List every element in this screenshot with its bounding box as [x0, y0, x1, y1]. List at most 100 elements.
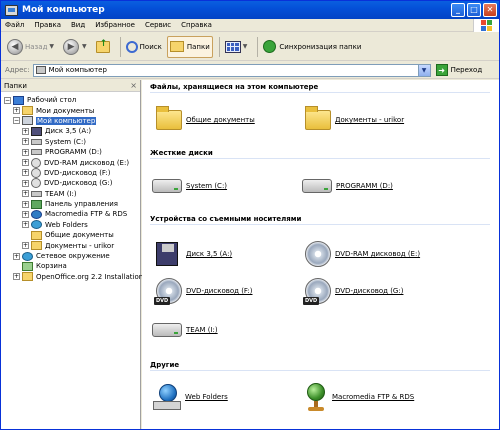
content-pane: Файлы, хранящиеся на этом компьютере Общ…: [142, 80, 499, 429]
section-divider: [150, 158, 490, 159]
expand-icon[interactable]: +: [22, 138, 29, 146]
tree-item[interactable]: + System (C:): [1, 137, 140, 147]
collapse-icon[interactable]: −: [13, 117, 20, 125]
up-button[interactable]: [94, 36, 114, 58]
tree-item[interactable]: + Сетевое окружение: [1, 251, 140, 261]
expand-icon[interactable]: +: [13, 107, 20, 115]
drive-icon: [31, 149, 42, 156]
drive-icon: [31, 190, 42, 197]
item-team-i[interactable]: TEAM (I:): [152, 323, 218, 337]
folder-up-icon: [95, 39, 110, 53]
explorer-window: Мой компьютер _ □ ✕ Файл Правка Вид Избр…: [0, 0, 500, 430]
item-dvdram-e[interactable]: DVD-RAM дисковод (E:): [305, 241, 420, 267]
item-label: System (C:): [186, 182, 228, 190]
back-dropdown-icon[interactable]: ▼: [49, 43, 54, 50]
item-shared-docs[interactable]: Общие документы: [156, 106, 255, 130]
tree-item-label: Корзина: [36, 262, 67, 271]
folder-icon: [31, 230, 42, 240]
tree-item[interactable]: − Мой компьютер: [1, 116, 140, 126]
title-bar[interactable]: Мой компьютер _ □ ✕: [1, 1, 499, 19]
expand-icon[interactable]: +: [22, 221, 29, 229]
folders-button[interactable]: Папки: [166, 35, 213, 58]
tree-item[interactable]: + OpenOffice.org 2.2 Installation F: [1, 272, 149, 282]
item-label: Macromedia FTP & RDS: [332, 393, 415, 401]
expand-icon[interactable]: +: [22, 169, 29, 177]
expand-icon[interactable]: +: [22, 200, 29, 208]
menu-view[interactable]: Вид: [71, 21, 85, 29]
tree-item[interactable]: + Документы - urikor: [1, 240, 140, 251]
address-dropdown-icon[interactable]: ▼: [417, 64, 430, 76]
tree-item[interactable]: + Web Folders: [1, 220, 140, 230]
tree-item[interactable]: − Рабочий стол: [1, 95, 140, 105]
item-drive-c[interactable]: System (C:): [152, 179, 227, 193]
folder-icon: [22, 272, 33, 282]
address-value: Мой компьютер: [48, 66, 107, 74]
collapse-icon[interactable]: −: [4, 96, 11, 104]
close-button[interactable]: ✕: [483, 3, 497, 17]
item-dvd-g[interactable]: DVD DVD-дисковод (G:): [303, 278, 404, 305]
tree-item-label: DVD-RAM дисковод (E:): [44, 158, 130, 167]
sync-icon: [263, 40, 277, 53]
tree-item[interactable]: Корзина: [1, 261, 140, 271]
tree-item-label: OpenOffice.org 2.2 Installation F: [36, 272, 150, 281]
menu-edit[interactable]: Правка: [34, 21, 61, 29]
windows-logo-icon: [473, 19, 499, 32]
views-icon: [224, 40, 241, 53]
close-pane-icon[interactable]: ×: [130, 81, 137, 90]
tree-item-label: Общие документы: [45, 231, 114, 240]
my-computer-icon: [5, 4, 18, 16]
expand-icon[interactable]: +: [13, 252, 20, 260]
item-floppy-a[interactable]: Диск 3,5 (A:): [156, 242, 232, 266]
search-button[interactable]: Поиск: [124, 36, 164, 58]
address-input[interactable]: Мой компьютер ▼: [32, 63, 431, 77]
item-user-docs[interactable]: Документы - urikor: [305, 106, 404, 130]
expand-icon[interactable]: +: [22, 242, 29, 250]
item-label: DVD-дисковод (G:): [335, 287, 404, 295]
expand-icon[interactable]: +: [22, 159, 29, 167]
item-label: Web Folders: [185, 393, 228, 401]
section-files: Файлы, хранящиеся на этом компьютере: [150, 83, 319, 91]
menu-help[interactable]: Справка: [181, 21, 212, 29]
cd-drive-icon: [305, 241, 331, 267]
expand-icon[interactable]: +: [22, 190, 29, 198]
views-dropdown-icon[interactable]: ▼: [243, 43, 248, 50]
tree-item[interactable]: + Панель управления: [1, 199, 140, 209]
item-dvd-f[interactable]: DVD DVD-дисковод (F:): [154, 278, 253, 305]
item-web-folders[interactable]: Web Folders: [153, 384, 228, 410]
expand-icon[interactable]: +: [13, 273, 20, 281]
views-button[interactable]: ▼: [223, 36, 252, 58]
item-drive-d[interactable]: PROGRAMM (D:): [302, 179, 393, 193]
maximize-button[interactable]: □: [467, 3, 481, 17]
tree-item[interactable]: + TEAM (I:): [1, 189, 140, 199]
tree-item[interactable]: + Мои документы: [1, 105, 140, 116]
expand-icon[interactable]: +: [22, 148, 29, 156]
tree-item-label: PROGRAMM (D:): [45, 148, 102, 157]
item-ftp[interactable]: Macromedia FTP & RDS: [304, 383, 414, 411]
forward-button[interactable]: ▶ ▼: [61, 36, 91, 58]
computer-icon: [22, 116, 33, 126]
dvd-badge: DVD: [303, 297, 320, 305]
hard-drive-icon: [152, 179, 182, 193]
menu-tools[interactable]: Сервис: [145, 21, 171, 29]
expand-icon[interactable]: +: [22, 179, 29, 187]
tree-item[interactable]: Общие документы: [1, 230, 140, 240]
tree-item[interactable]: + PROGRAMM (D:): [1, 147, 140, 157]
go-button[interactable]: ➜ Переход: [435, 64, 482, 76]
web-folders-icon: [153, 384, 181, 410]
tree-item[interactable]: + Диск 3,5 (A:): [1, 126, 140, 136]
sync-button[interactable]: Синхронизация папки: [261, 36, 363, 58]
tree-item[interactable]: + DVD-дисковод (G:): [1, 178, 140, 189]
back-button[interactable]: ◀ Назад ▼: [5, 36, 58, 58]
tree-item-label: Панель управления: [45, 200, 118, 209]
expand-icon[interactable]: +: [22, 127, 29, 135]
toolbar-separator: [119, 36, 121, 57]
menu-file[interactable]: Файл: [5, 21, 24, 29]
tree-item[interactable]: + DVD-дисковод (F:): [1, 167, 140, 178]
forward-dropdown-icon[interactable]: ▼: [82, 43, 87, 50]
tree-item[interactable]: + Macromedia FTP & RDS: [1, 209, 140, 219]
minimize-button[interactable]: _: [451, 3, 465, 17]
tree-item[interactable]: + DVD-RAM дисковод (E:): [1, 157, 140, 168]
expand-icon[interactable]: +: [22, 210, 29, 218]
menu-favorites[interactable]: Избранное: [95, 21, 135, 29]
section-divider: [150, 370, 490, 371]
